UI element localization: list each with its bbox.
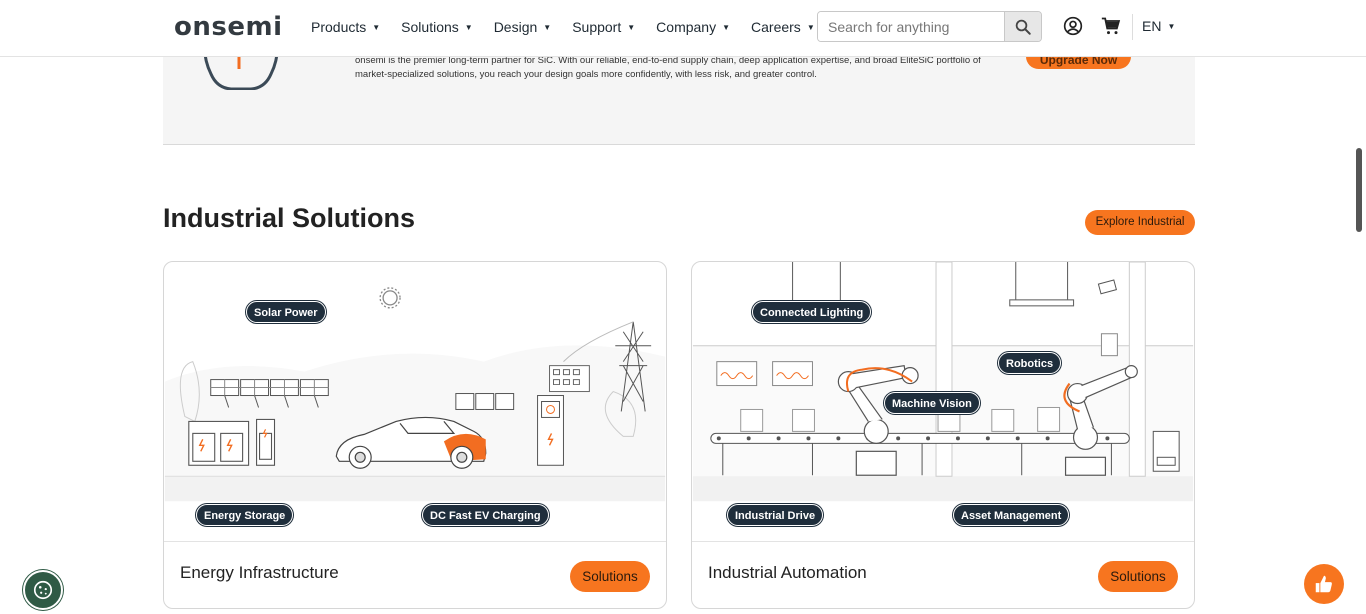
search-box <box>817 11 1042 42</box>
nav-solutions[interactable]: Solutions ▼ <box>401 19 473 35</box>
caret-down-icon: ▼ <box>464 22 473 32</box>
tag-machine-vision[interactable]: Machine Vision <box>884 392 980 414</box>
energy-infrastructure-illustration <box>164 287 666 542</box>
tag-connected-lighting[interactable]: Connected Lighting <box>752 301 872 323</box>
caret-down-icon: ▼ <box>543 22 552 32</box>
nav-company[interactable]: Company ▼ <box>656 19 730 35</box>
cookie-settings-button[interactable] <box>23 570 63 610</box>
card-industrial-automation: Connected Lighting Robotics Machine Visi… <box>691 261 1195 609</box>
tag-dc-fast-ev-charging[interactable]: DC Fast EV Charging <box>422 504 549 526</box>
search-button[interactable] <box>1004 12 1041 41</box>
search-input[interactable] <box>818 12 1004 41</box>
language-selector[interactable]: EN ▼ <box>1142 18 1175 34</box>
nav-careers[interactable]: Careers ▼ <box>751 19 815 35</box>
tag-asset-management[interactable]: Asset Management <box>953 504 1070 526</box>
banner-description: onsemi is the premier long-term partner … <box>355 55 981 80</box>
nav-support[interactable]: Support ▼ <box>572 19 635 35</box>
card-title: Energy Infrastructure <box>180 563 339 582</box>
feedback-button[interactable] <box>1304 564 1344 604</box>
main-nav: Products ▼ Solutions ▼ Design ▼ Support ▼ Co… <box>311 0 836 54</box>
nav-products[interactable]: Products ▼ <box>311 19 380 35</box>
caret-down-icon: ▼ <box>1167 21 1176 31</box>
caret-down-icon: ▼ <box>722 22 731 32</box>
cookie-icon <box>33 580 53 600</box>
tag-energy-storage[interactable]: Energy Storage <box>196 504 294 526</box>
header-divider <box>1132 14 1133 40</box>
section-title: Industrial Solutions <box>163 203 416 233</box>
explore-industrial-button[interactable]: Explore Industrial <box>1085 210 1195 235</box>
search-icon <box>1015 19 1031 35</box>
cart-icon[interactable] <box>1101 16 1121 36</box>
tag-solar-power[interactable]: Solar Power <box>246 301 326 323</box>
tag-robotics[interactable]: Robotics <box>998 352 1062 374</box>
solutions-button[interactable]: Solutions <box>1098 561 1178 592</box>
caret-down-icon: ▼ <box>627 22 636 32</box>
sun-icon <box>379 287 401 309</box>
nav-design[interactable]: Design ▼ <box>494 19 552 35</box>
card-title: Industrial Automation <box>708 563 867 582</box>
onsemi-logo[interactable]: onsemi <box>174 12 283 42</box>
user-icon[interactable] <box>1063 16 1083 36</box>
card-energy-infrastructure: Solar Power Energy Storage DC Fast EV Ch… <box>163 261 667 609</box>
site-header: onsemi Products ▼ Solutions ▼ Design ▼ Supp… <box>0 0 1366 57</box>
caret-down-icon: ▼ <box>806 22 815 32</box>
thumbs-up-icon <box>1315 575 1332 593</box>
page-scrollbar-thumb[interactable] <box>1356 148 1362 232</box>
tag-industrial-drive[interactable]: Industrial Drive <box>727 504 824 526</box>
caret-down-icon: ▼ <box>372 22 381 32</box>
solutions-button[interactable]: Solutions <box>570 561 650 592</box>
